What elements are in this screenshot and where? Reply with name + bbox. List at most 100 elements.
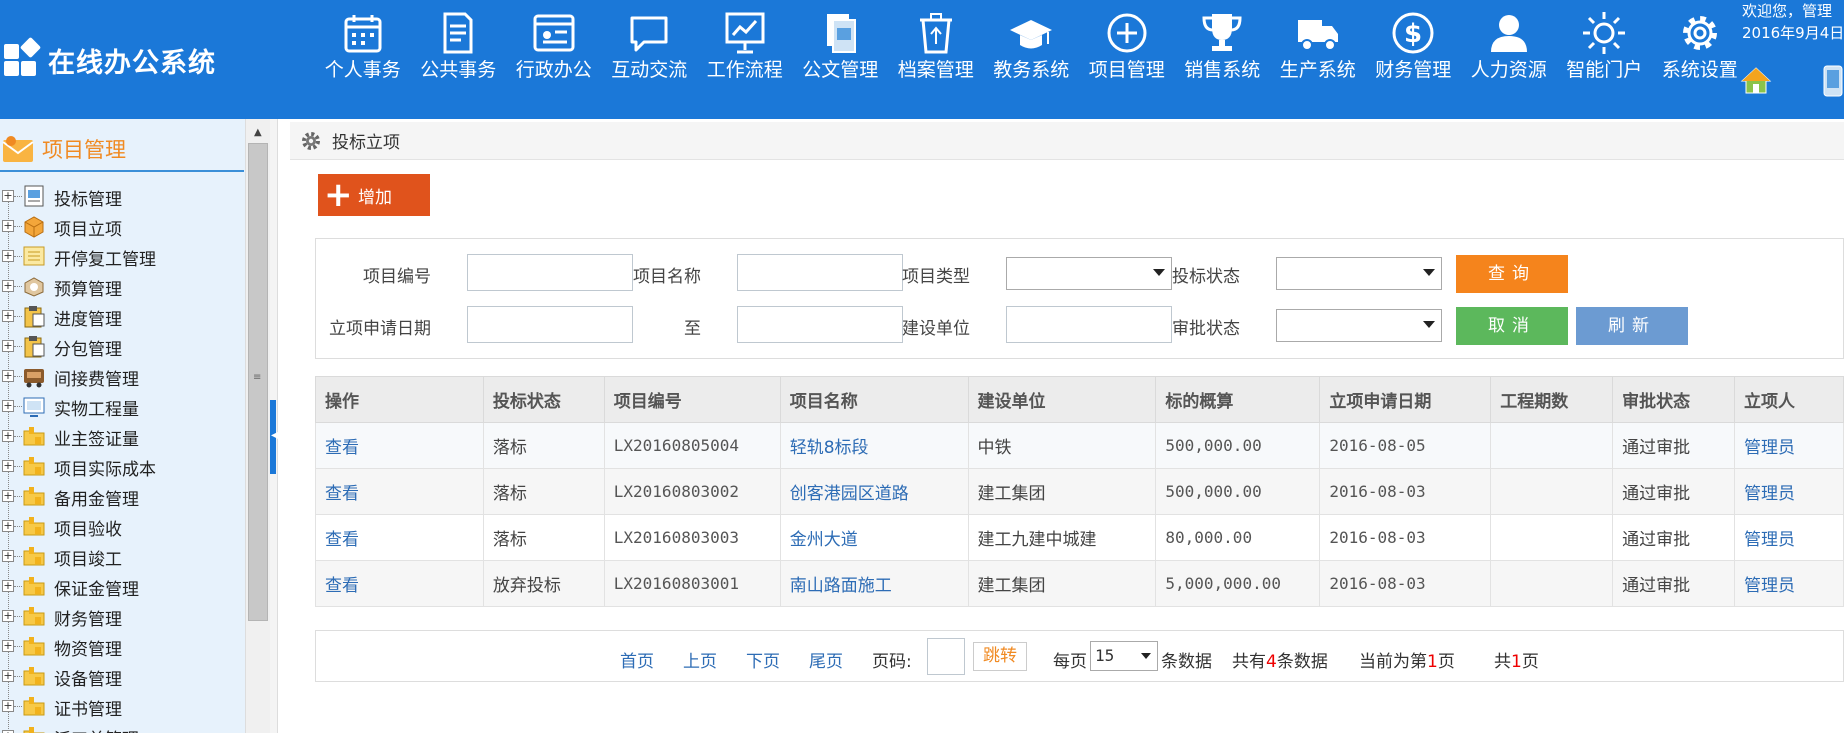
nav-item-13[interactable]: 智能门户 bbox=[1557, 0, 1653, 119]
per-page-select[interactable]: 15 bbox=[1090, 641, 1158, 671]
approve-status-select[interactable] bbox=[1276, 309, 1442, 342]
nav-item-3[interactable]: 互动交流 bbox=[602, 0, 698, 119]
scrollbar-thumb[interactable]: ≡ bbox=[248, 143, 268, 621]
folder-icon bbox=[23, 607, 45, 626]
expand-toggle-icon[interactable]: + bbox=[2, 640, 14, 652]
cancel-button[interactable]: 取消 bbox=[1456, 307, 1568, 345]
expand-toggle-icon[interactable]: + bbox=[2, 490, 14, 502]
view-link[interactable]: 查看 bbox=[325, 530, 359, 550]
sidebar-item-14[interactable]: + 财务管理 bbox=[0, 601, 244, 631]
chevron-down-icon bbox=[1423, 269, 1435, 276]
nav-item-10[interactable]: 生产系统 bbox=[1270, 0, 1366, 119]
scroll-up-arrow-icon[interactable]: ▲ bbox=[254, 127, 262, 138]
query-button[interactable]: 查询 bbox=[1456, 255, 1568, 293]
expand-toggle-icon[interactable]: + bbox=[2, 250, 14, 262]
expand-toggle-icon[interactable]: + bbox=[2, 550, 14, 562]
nav-item-11[interactable]: $ 财务管理 bbox=[1366, 0, 1462, 119]
nav-item-9[interactable]: 销售系统 bbox=[1175, 0, 1271, 119]
expand-toggle-icon[interactable]: + bbox=[2, 370, 14, 382]
view-link[interactable]: 查看 bbox=[325, 484, 359, 504]
nav-item-7[interactable]: 教务系统 bbox=[984, 0, 1080, 119]
expand-toggle-icon[interactable]: + bbox=[2, 310, 14, 322]
jump-button[interactable]: 跳转 bbox=[973, 642, 1027, 671]
expand-toggle-icon[interactable]: + bbox=[2, 460, 14, 472]
last-page-link[interactable]: 尾页 bbox=[809, 647, 843, 672]
sidebar-item-11[interactable]: + 项目验收 bbox=[0, 511, 244, 541]
bid-status-select[interactable] bbox=[1276, 257, 1442, 290]
refresh-button[interactable]: 刷新 bbox=[1576, 307, 1688, 345]
expand-toggle-icon[interactable]: + bbox=[2, 700, 14, 712]
nav-item-12[interactable]: 人力资源 bbox=[1461, 0, 1557, 119]
user-icon bbox=[1484, 8, 1534, 58]
expand-toggle-icon[interactable]: + bbox=[2, 670, 14, 682]
nav-item-8[interactable]: 项目管理 bbox=[1079, 0, 1175, 119]
expand-toggle-icon[interactable]: + bbox=[2, 190, 14, 202]
view-link[interactable]: 查看 bbox=[325, 576, 359, 596]
table-cell: 建工集团 bbox=[967, 468, 1157, 515]
table-row: 查看 放弃投标 LX20160803001 南山路面施工 建工集团 5,000,000.0… bbox=[315, 560, 1844, 607]
sidebar-item-4[interactable]: + 进度管理 bbox=[0, 301, 244, 331]
sidebar-item-3[interactable]: + 预算管理 bbox=[0, 271, 244, 301]
nav-item-1[interactable]: 公共事务 bbox=[411, 0, 507, 119]
nav-item-4[interactable]: 工作流程 bbox=[697, 0, 793, 119]
sidebar-item-10[interactable]: + 备用金管理 bbox=[0, 481, 244, 511]
table-cell: 轻轨8标段 bbox=[779, 422, 969, 469]
sidebar-item-18[interactable]: +派工单管理 bbox=[0, 721, 244, 733]
sidebar-item-13[interactable]: + 保证金管理 bbox=[0, 571, 244, 601]
creator-link[interactable]: 管理员 bbox=[1744, 484, 1795, 504]
expand-toggle-icon[interactable]: + bbox=[2, 280, 14, 292]
sidebar-item-17[interactable]: + 证书管理 bbox=[0, 691, 244, 721]
nav-item-6[interactable]: 档案管理 bbox=[888, 0, 984, 119]
sidebar-scrollbar[interactable]: ▲ ≡ bbox=[245, 119, 270, 733]
prev-page-link[interactable]: 上页 bbox=[683, 647, 717, 672]
project-name-link[interactable]: 南山路面施工 bbox=[790, 576, 892, 596]
expand-toggle-icon[interactable]: + bbox=[2, 400, 14, 412]
sidebar-item-1[interactable]: + 项目立项 bbox=[0, 211, 244, 241]
sidebar-item-8[interactable]: + 业主签证量 bbox=[0, 421, 244, 451]
project-name-link[interactable]: 轻轨8标段 bbox=[790, 438, 869, 458]
search-form: 项目编号 项目名称 项目类型 投标状态 查询 立项申请日期 至 建设单位 审批状… bbox=[315, 238, 1844, 359]
nav-item-label: 行政办公 bbox=[515, 59, 592, 81]
sidebar-item-5[interactable]: + 分包管理 bbox=[0, 331, 244, 361]
expand-toggle-icon[interactable]: + bbox=[2, 610, 14, 622]
add-button[interactable]: + 增加 bbox=[318, 174, 430, 216]
sidebar-item-7[interactable]: + 实物工程量 bbox=[0, 391, 244, 421]
mobile-icon[interactable] bbox=[1822, 64, 1844, 98]
table-cell: LX20160805004 bbox=[603, 422, 781, 469]
first-page-link[interactable]: 首页 bbox=[620, 647, 654, 672]
sidebar-item-16[interactable]: + 设备管理 bbox=[0, 661, 244, 691]
creator-link[interactable]: 管理员 bbox=[1744, 576, 1795, 596]
cart-icon bbox=[24, 369, 44, 388]
column-header: 审批状态 bbox=[1612, 376, 1736, 423]
project-name-link[interactable]: 金州大道 bbox=[790, 530, 858, 550]
folder-icon bbox=[23, 427, 45, 446]
project-name-link[interactable]: 创客港园区道路 bbox=[790, 484, 909, 504]
expand-toggle-icon[interactable]: + bbox=[2, 220, 14, 232]
presentation-chart-icon bbox=[720, 8, 770, 58]
nav-item-5[interactable]: 公文管理 bbox=[793, 0, 889, 119]
page-no-input[interactable] bbox=[927, 638, 965, 675]
view-link[interactable]: 查看 bbox=[325, 438, 359, 458]
nav-item-2[interactable]: 行政办公 bbox=[506, 0, 602, 119]
app-logo[interactable]: 在线办公系统 bbox=[4, 36, 216, 82]
expand-toggle-icon[interactable]: + bbox=[2, 430, 14, 442]
creator-link[interactable]: 管理员 bbox=[1744, 438, 1795, 458]
sidebar-item-0[interactable]: + 投标管理 bbox=[0, 181, 244, 211]
sidebar-item-2[interactable]: + 开停复工管理 bbox=[0, 241, 244, 271]
home-icon[interactable] bbox=[1740, 64, 1772, 96]
expand-toggle-icon[interactable]: + bbox=[2, 520, 14, 532]
sidebar-item-label: 项目竣工 bbox=[54, 550, 122, 570]
nav-item-0[interactable]: 个人事务 bbox=[315, 0, 411, 119]
sidebar-item-12[interactable]: + 项目竣工 bbox=[0, 541, 244, 571]
table-cell: 管理员 bbox=[1734, 468, 1844, 515]
nav-item-14[interactable]: 系统设置 bbox=[1652, 0, 1748, 119]
expand-toggle-icon[interactable]: + bbox=[2, 580, 14, 592]
creator-link[interactable]: 管理员 bbox=[1744, 530, 1795, 550]
expand-toggle-icon[interactable]: + bbox=[2, 340, 14, 352]
sidebar-item-15[interactable]: + 物资管理 bbox=[0, 631, 244, 661]
next-page-link[interactable]: 下页 bbox=[746, 647, 780, 672]
sidebar-item-6[interactable]: + 间接费管理 bbox=[0, 361, 244, 391]
sidebar-item-9[interactable]: + 项目实际成本 bbox=[0, 451, 244, 481]
table-cell: 2016-08-03 bbox=[1319, 514, 1492, 561]
box-icon bbox=[24, 216, 44, 238]
